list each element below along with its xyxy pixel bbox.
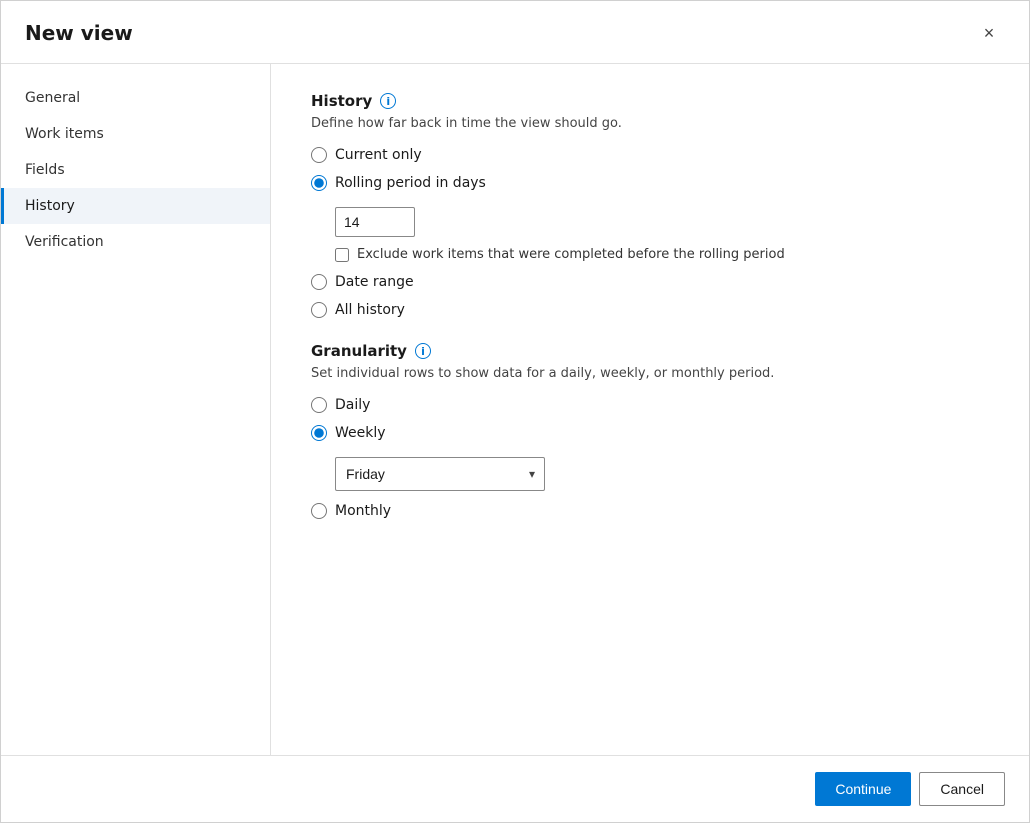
main-content: History i Define how far back in time th… [271,64,1029,755]
granularity-radio-weekly[interactable] [311,425,327,441]
weekly-sub-options: Monday Tuesday Wednesday Thursday Friday… [335,457,989,491]
day-of-week-select[interactable]: Monday Tuesday Wednesday Thursday Friday… [335,457,545,491]
granularity-options: Daily Weekly Monday Tuesday Wed [311,397,989,519]
close-icon: × [984,23,995,44]
exclude-checkbox[interactable] [335,248,349,262]
rolling-period-value-wrap [335,207,989,237]
granularity-title: Granularity i [311,342,989,360]
history-title: History i [311,92,989,110]
granularity-option-weekly[interactable]: Weekly [311,425,989,441]
sidebar-item-fields[interactable]: Fields [1,152,270,188]
granularity-description: Set individual rows to show data for a d… [311,366,989,381]
sidebar-item-general[interactable]: General [1,80,270,116]
day-select-wrap: Monday Tuesday Wednesday Thursday Friday… [335,457,545,491]
sidebar: General Work items Fields History Verifi… [1,64,271,755]
rolling-period-sub-options: Exclude work items that were completed b… [335,207,989,262]
granularity-option-monthly[interactable]: Monthly [311,503,989,519]
cancel-button[interactable]: Cancel [919,772,1005,806]
granularity-option-daily[interactable]: Daily [311,397,989,413]
history-option-current-only[interactable]: Current only [311,147,989,163]
history-radio-all-history[interactable] [311,302,327,318]
history-option-all-history[interactable]: All history [311,302,989,318]
history-radio-current-only[interactable] [311,147,327,163]
granularity-radio-monthly[interactable] [311,503,327,519]
granularity-section: Granularity i Set individual rows to sho… [311,342,989,519]
history-options: Current only Rolling period in days [311,147,989,318]
history-description: Define how far back in time the view sho… [311,116,989,131]
sidebar-item-work-items[interactable]: Work items [1,116,270,152]
history-radio-date-range[interactable] [311,274,327,290]
close-button[interactable]: × [973,17,1005,49]
history-section: History i Define how far back in time th… [311,92,989,318]
history-info-icon[interactable]: i [380,93,396,109]
history-radio-rolling-period[interactable] [311,175,327,191]
dialog-header: New view × [1,1,1029,64]
granularity-radio-daily[interactable] [311,397,327,413]
sidebar-item-history[interactable]: History [1,188,270,224]
history-option-date-range[interactable]: Date range [311,274,989,290]
dialog-footer: Continue Cancel [1,755,1029,822]
exclude-checkbox-label[interactable]: Exclude work items that were completed b… [335,247,989,262]
history-option-rolling-period[interactable]: Rolling period in days [311,175,989,191]
sidebar-item-verification[interactable]: Verification [1,224,270,260]
dialog-title: New view [25,21,133,45]
new-view-dialog: New view × General Work items Fields His… [0,0,1030,823]
rolling-period-input[interactable] [335,207,415,237]
granularity-info-icon[interactable]: i [415,343,431,359]
dialog-body: General Work items Fields History Verifi… [1,64,1029,755]
continue-button[interactable]: Continue [815,772,911,806]
